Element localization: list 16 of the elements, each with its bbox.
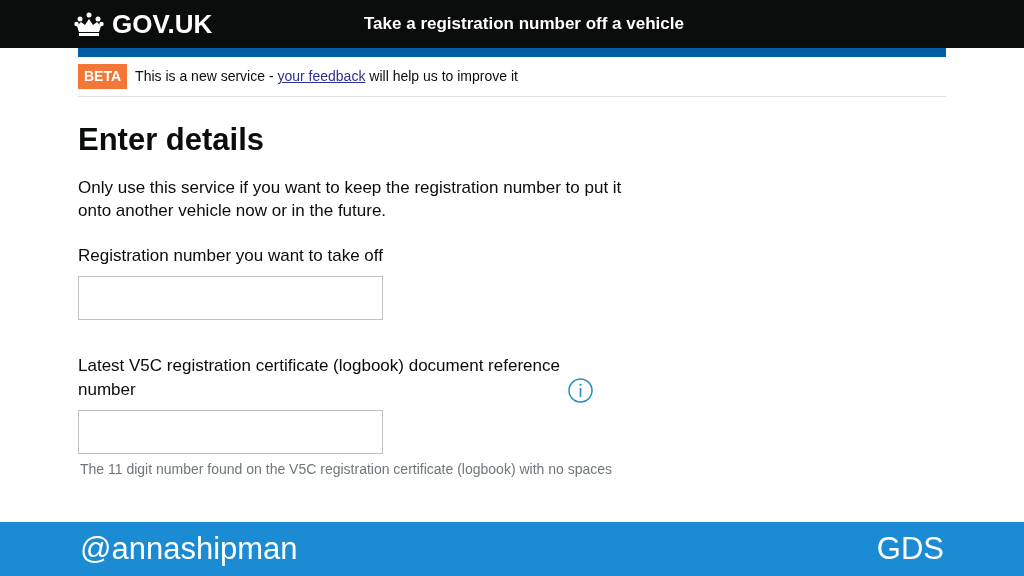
text-input[interactable] — [78, 275, 383, 320]
service-name[interactable]: Take a registration number off a vehicle — [364, 11, 684, 37]
beta-message: This is a new service - your feedback will help us to improve it — [135, 67, 518, 86]
page-heading: Enter details — [78, 121, 266, 159]
crown-icon — [74, 12, 104, 36]
intro-text: Only use this service if you want to keep the registration number to put it onto another vehicle now or in the future. — [78, 176, 623, 222]
beta-tag: BETA — [78, 64, 128, 89]
author-handle: @annashipman — [80, 529, 298, 568]
text-input[interactable] — [78, 409, 383, 454]
feedback-link[interactable]: your feedback — [277, 68, 366, 84]
org-name: GDS — [876, 529, 944, 568]
info-icon[interactable] — [568, 377, 593, 403]
field-label: Registration number you want to take off — [78, 244, 383, 267]
hint-text: The 11 digit number found on the V5C registration certificate (logbook) with no spaces — [80, 459, 614, 479]
field-label: Latest V5C registration certificate (logbook) document reference number — [78, 354, 561, 401]
logo[interactable]: GOV.UK — [112, 4, 213, 44]
